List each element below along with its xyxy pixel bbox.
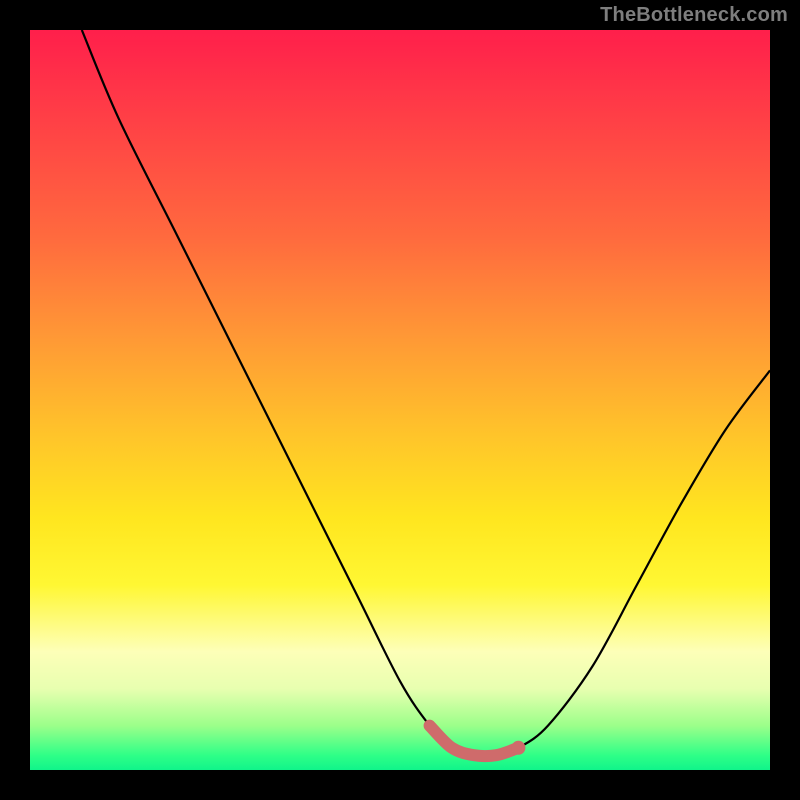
watermark-text: TheBottleneck.com	[600, 4, 788, 27]
bottleneck-highlight-end-dot	[511, 741, 525, 755]
bottleneck-curve-path	[82, 30, 770, 756]
chart-frame: TheBottleneck.com	[0, 0, 800, 800]
bottleneck-curve-svg	[30, 30, 770, 770]
bottleneck-highlight-path	[430, 726, 519, 757]
plot-area	[30, 30, 770, 770]
